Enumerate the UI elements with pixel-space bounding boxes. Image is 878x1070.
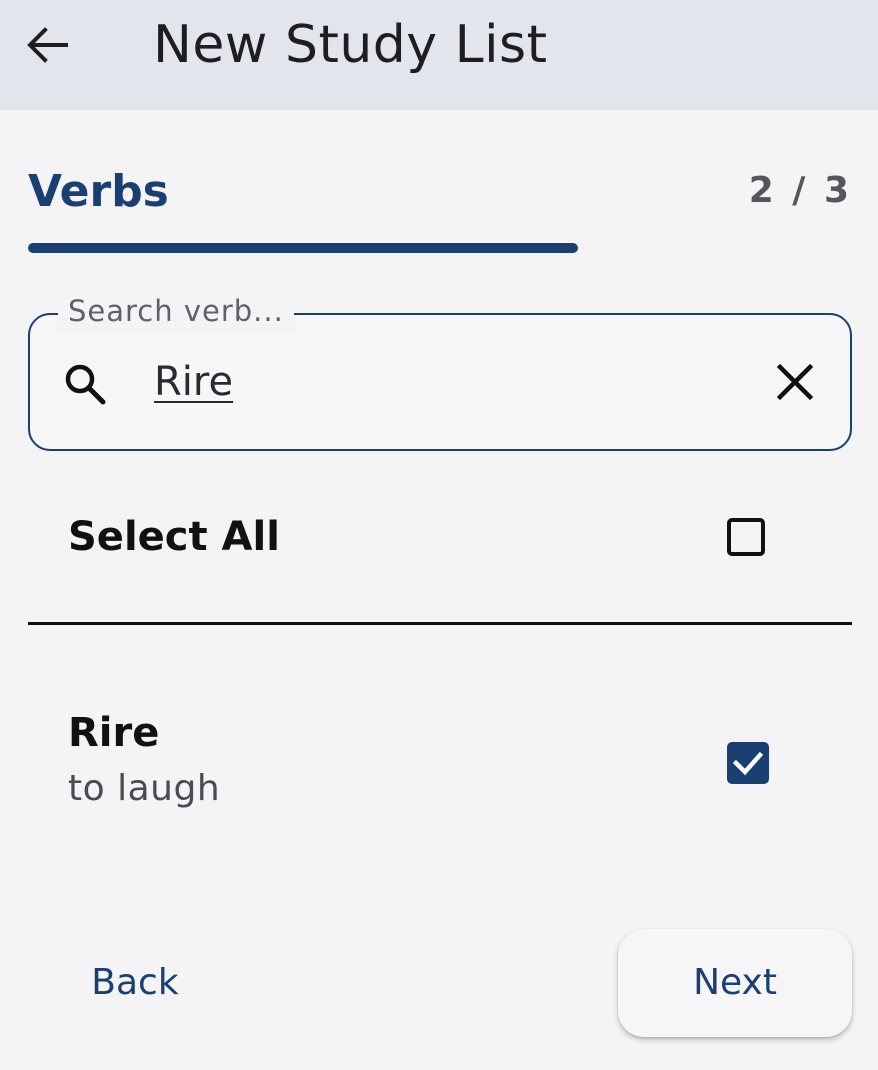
search-field[interactable]: Search verb... Rire xyxy=(28,289,852,451)
back-button[interactable]: Back xyxy=(60,948,210,1018)
next-button[interactable]: Next xyxy=(618,929,852,1037)
select-all-label: Select All xyxy=(68,514,280,560)
check-icon xyxy=(732,751,764,776)
search-input[interactable]: Rire xyxy=(154,353,233,411)
arrow-left-icon[interactable] xyxy=(22,20,72,70)
progress-fill xyxy=(28,243,578,253)
step-title: Verbs xyxy=(28,166,169,217)
app-bar: New Study List xyxy=(0,0,878,110)
progress-bar xyxy=(28,243,852,253)
search-icon xyxy=(62,361,108,407)
verb-translation: to laugh xyxy=(68,768,221,809)
select-all-checkbox[interactable] xyxy=(727,518,765,556)
divider xyxy=(28,622,852,625)
step-counter: 2 / 3 xyxy=(748,170,852,211)
close-icon[interactable] xyxy=(774,361,816,403)
search-label: Search verb... xyxy=(58,289,294,333)
verb-checkbox[interactable] xyxy=(727,742,769,784)
verb-title: Rire xyxy=(68,710,160,756)
page-title: New Study List xyxy=(153,15,548,75)
